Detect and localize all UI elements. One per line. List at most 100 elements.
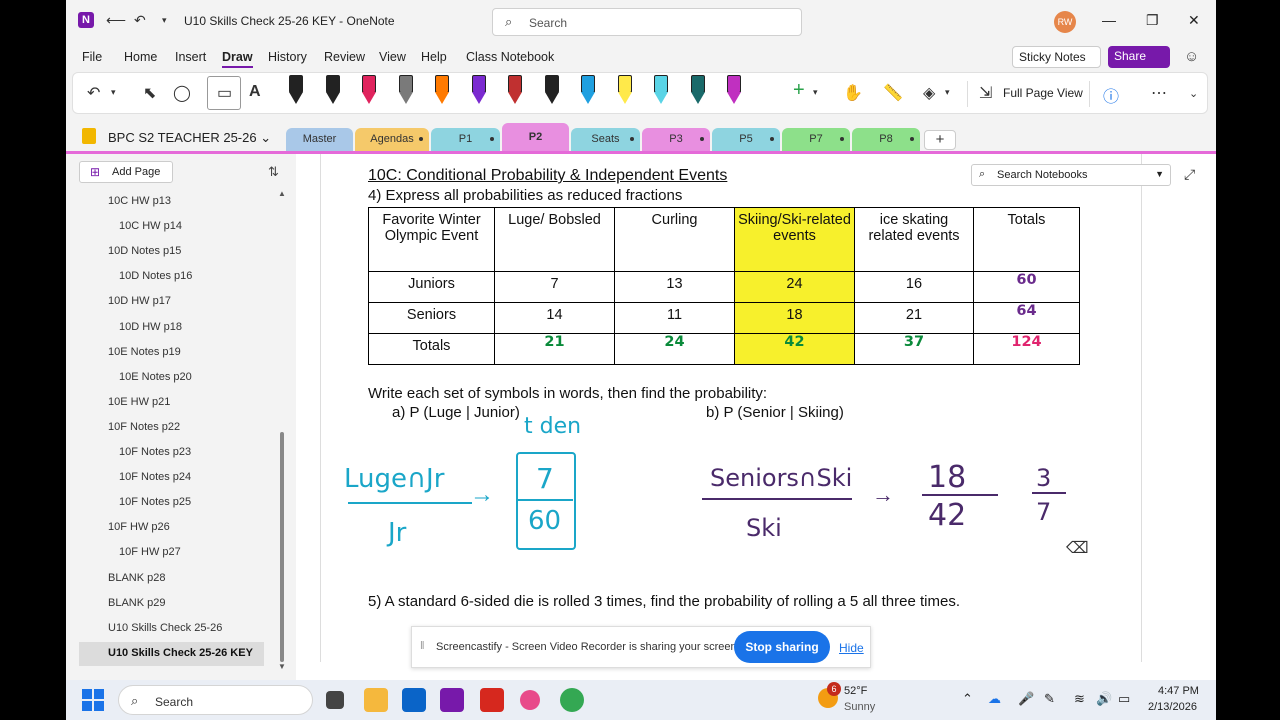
share-button[interactable]: Share	[1108, 46, 1170, 68]
sticky-notes-button[interactable]: Sticky Notes	[1012, 46, 1101, 68]
file-explorer-icon[interactable]	[364, 688, 388, 712]
onenote-taskbar-icon[interactable]	[440, 688, 464, 712]
text-pen-icon[interactable]: A	[249, 83, 261, 101]
tab-p2[interactable]: P2	[502, 123, 569, 152]
add-page-button[interactable]: ⊞ Add Page	[79, 161, 173, 183]
task-view-icon[interactable]	[326, 691, 344, 709]
chrome-icon[interactable]	[560, 688, 584, 712]
menu-draw[interactable]: Draw	[222, 50, 253, 68]
page-list-item[interactable]: 10E HW p21	[108, 396, 170, 408]
undo-dropdown-icon[interactable]: ▾	[111, 87, 116, 98]
pen-icon[interactable]	[652, 75, 670, 111]
sort-icon[interactable]: ⇅	[268, 164, 279, 180]
tab-seats[interactable]: Seats	[571, 128, 640, 152]
menu-file[interactable]: File	[82, 50, 102, 64]
undo-icon[interactable]: ↶	[134, 12, 146, 29]
windows-start-icon[interactable]	[82, 689, 104, 711]
microphone-icon[interactable]: 🎤	[1018, 691, 1034, 707]
feedback-icon[interactable]: ☺	[1184, 48, 1199, 65]
page-list-item[interactable]: 10F Notes p25	[119, 496, 191, 508]
taskbar-search[interactable]: ⌕ Search	[118, 685, 313, 715]
pen-icon[interactable]	[616, 75, 634, 111]
page-list-item[interactable]: 10F Notes p23	[119, 446, 191, 458]
page-list-item[interactable]: 10D Notes p16	[119, 270, 192, 282]
scroll-down-icon[interactable]: ▼	[278, 662, 286, 671]
page-list-item[interactable]: 10F Notes p22	[108, 421, 180, 433]
menu-home[interactable]: Home	[124, 50, 157, 64]
tab-p5[interactable]: P5	[712, 128, 780, 152]
menu-review[interactable]: Review	[324, 50, 365, 64]
page-list-item[interactable]: BLANK p29	[108, 597, 165, 609]
menu-view[interactable]: View	[379, 50, 406, 64]
notebook-name[interactable]: BPC S2 TEACHER 25-26 ⌄	[108, 130, 271, 146]
undo-icon[interactable]: ↶	[87, 83, 100, 103]
avatar[interactable]: RW	[1054, 11, 1076, 33]
page-list-item[interactable]: U10 Skills Check 25-26 KEY	[108, 647, 253, 659]
clock-date[interactable]: 2/13/2026	[1148, 701, 1197, 713]
tab-p7[interactable]: P7	[782, 128, 850, 152]
page-list-item[interactable]: 10D HW p17	[108, 295, 171, 307]
full-page-view-button[interactable]: Full Page View	[1003, 86, 1083, 100]
stop-sharing-button[interactable]: Stop sharing	[734, 631, 830, 663]
page-list-item[interactable]: 10F HW p27	[119, 546, 181, 558]
page-list-item[interactable]: 10E Notes p19	[108, 346, 181, 358]
tab-p8[interactable]: P8	[852, 128, 920, 152]
pen-icon[interactable]	[470, 75, 488, 111]
wifi-icon[interactable]: ≋	[1074, 691, 1085, 707]
eraser-icon[interactable]: ▭	[207, 76, 241, 110]
pen-icon[interactable]: ✎	[1044, 691, 1055, 707]
help-icon[interactable]: ⓘ	[1103, 83, 1119, 107]
page-list-item[interactable]: 10E Notes p20	[119, 371, 192, 383]
pen-icon[interactable]	[397, 75, 415, 111]
pen-icon[interactable]	[579, 75, 597, 111]
shapes-dropdown-icon[interactable]: ▾	[945, 87, 950, 98]
acrobat-icon[interactable]	[480, 688, 504, 712]
menu-help[interactable]: Help	[421, 50, 447, 64]
add-pen-icon[interactable]: +	[793, 79, 805, 102]
quick-access-dropdown-icon[interactable]: ▾	[162, 15, 167, 26]
pen-icon[interactable]	[506, 75, 524, 111]
tab-p3[interactable]: P3	[642, 128, 710, 152]
sidebar-scrollbar[interactable]	[280, 432, 284, 662]
page-list-item[interactable]: 10F Notes p24	[119, 471, 191, 483]
page-list-item[interactable]: 10D HW p18	[119, 321, 182, 333]
more-options-icon[interactable]: ⋯	[1151, 83, 1167, 103]
outlook-icon[interactable]	[402, 688, 426, 712]
pen-icon[interactable]	[433, 75, 451, 111]
onedrive-icon[interactable]: ☁	[988, 691, 1001, 707]
pen-icon[interactable]	[543, 75, 561, 111]
hide-link[interactable]: Hide	[839, 641, 864, 655]
shapes-icon[interactable]: ◈	[923, 83, 935, 103]
battery-icon[interactable]: ▭	[1118, 691, 1130, 707]
collapse-ribbon-icon[interactable]: ⌄	[1189, 87, 1198, 100]
back-icon[interactable]: ⟵	[106, 12, 126, 29]
menu-class-notebook[interactable]: Class Notebook	[466, 50, 554, 64]
close-icon[interactable]: ✕	[1188, 12, 1200, 29]
volume-icon[interactable]: 🔊	[1096, 691, 1112, 707]
pen-icon[interactable]	[689, 75, 707, 111]
expand-icon[interactable]: ⤢	[1184, 166, 1195, 183]
chevron-up-icon[interactable]: ⌃	[962, 691, 973, 707]
pen-icon[interactable]	[725, 75, 743, 111]
select-cursor-icon[interactable]: ⬉	[143, 83, 156, 103]
snipping-tool-icon[interactable]	[520, 690, 540, 710]
page-list-item[interactable]: 10D Notes p15	[108, 245, 181, 257]
minimize-icon[interactable]: —	[1102, 12, 1116, 28]
page-list-item[interactable]: 10C HW p14	[119, 220, 182, 232]
page-list-item[interactable]: 10F HW p26	[108, 521, 170, 533]
add-pen-dropdown-icon[interactable]: ▾	[813, 87, 818, 98]
maximize-icon[interactable]: ❐	[1146, 12, 1159, 29]
ruler-icon[interactable]: 📏	[883, 83, 903, 103]
add-section-button[interactable]: +	[924, 130, 956, 150]
pen-icon[interactable]	[287, 75, 305, 111]
pen-icon[interactable]	[360, 75, 378, 111]
weather-condition[interactable]: Sunny	[844, 701, 875, 713]
tab-master[interactable]: Master	[286, 128, 353, 152]
menu-history[interactable]: History	[268, 50, 307, 64]
scroll-up-icon[interactable]: ▲	[278, 189, 286, 198]
pen-icon[interactable]	[324, 75, 342, 111]
ink-to-shape-icon[interactable]: ✋	[843, 83, 863, 103]
page-list-item[interactable]: U10 Skills Check 25-26	[108, 622, 222, 634]
page-list-item[interactable]: BLANK p28	[108, 572, 165, 584]
drag-handle-icon[interactable]: ‖	[420, 640, 425, 652]
